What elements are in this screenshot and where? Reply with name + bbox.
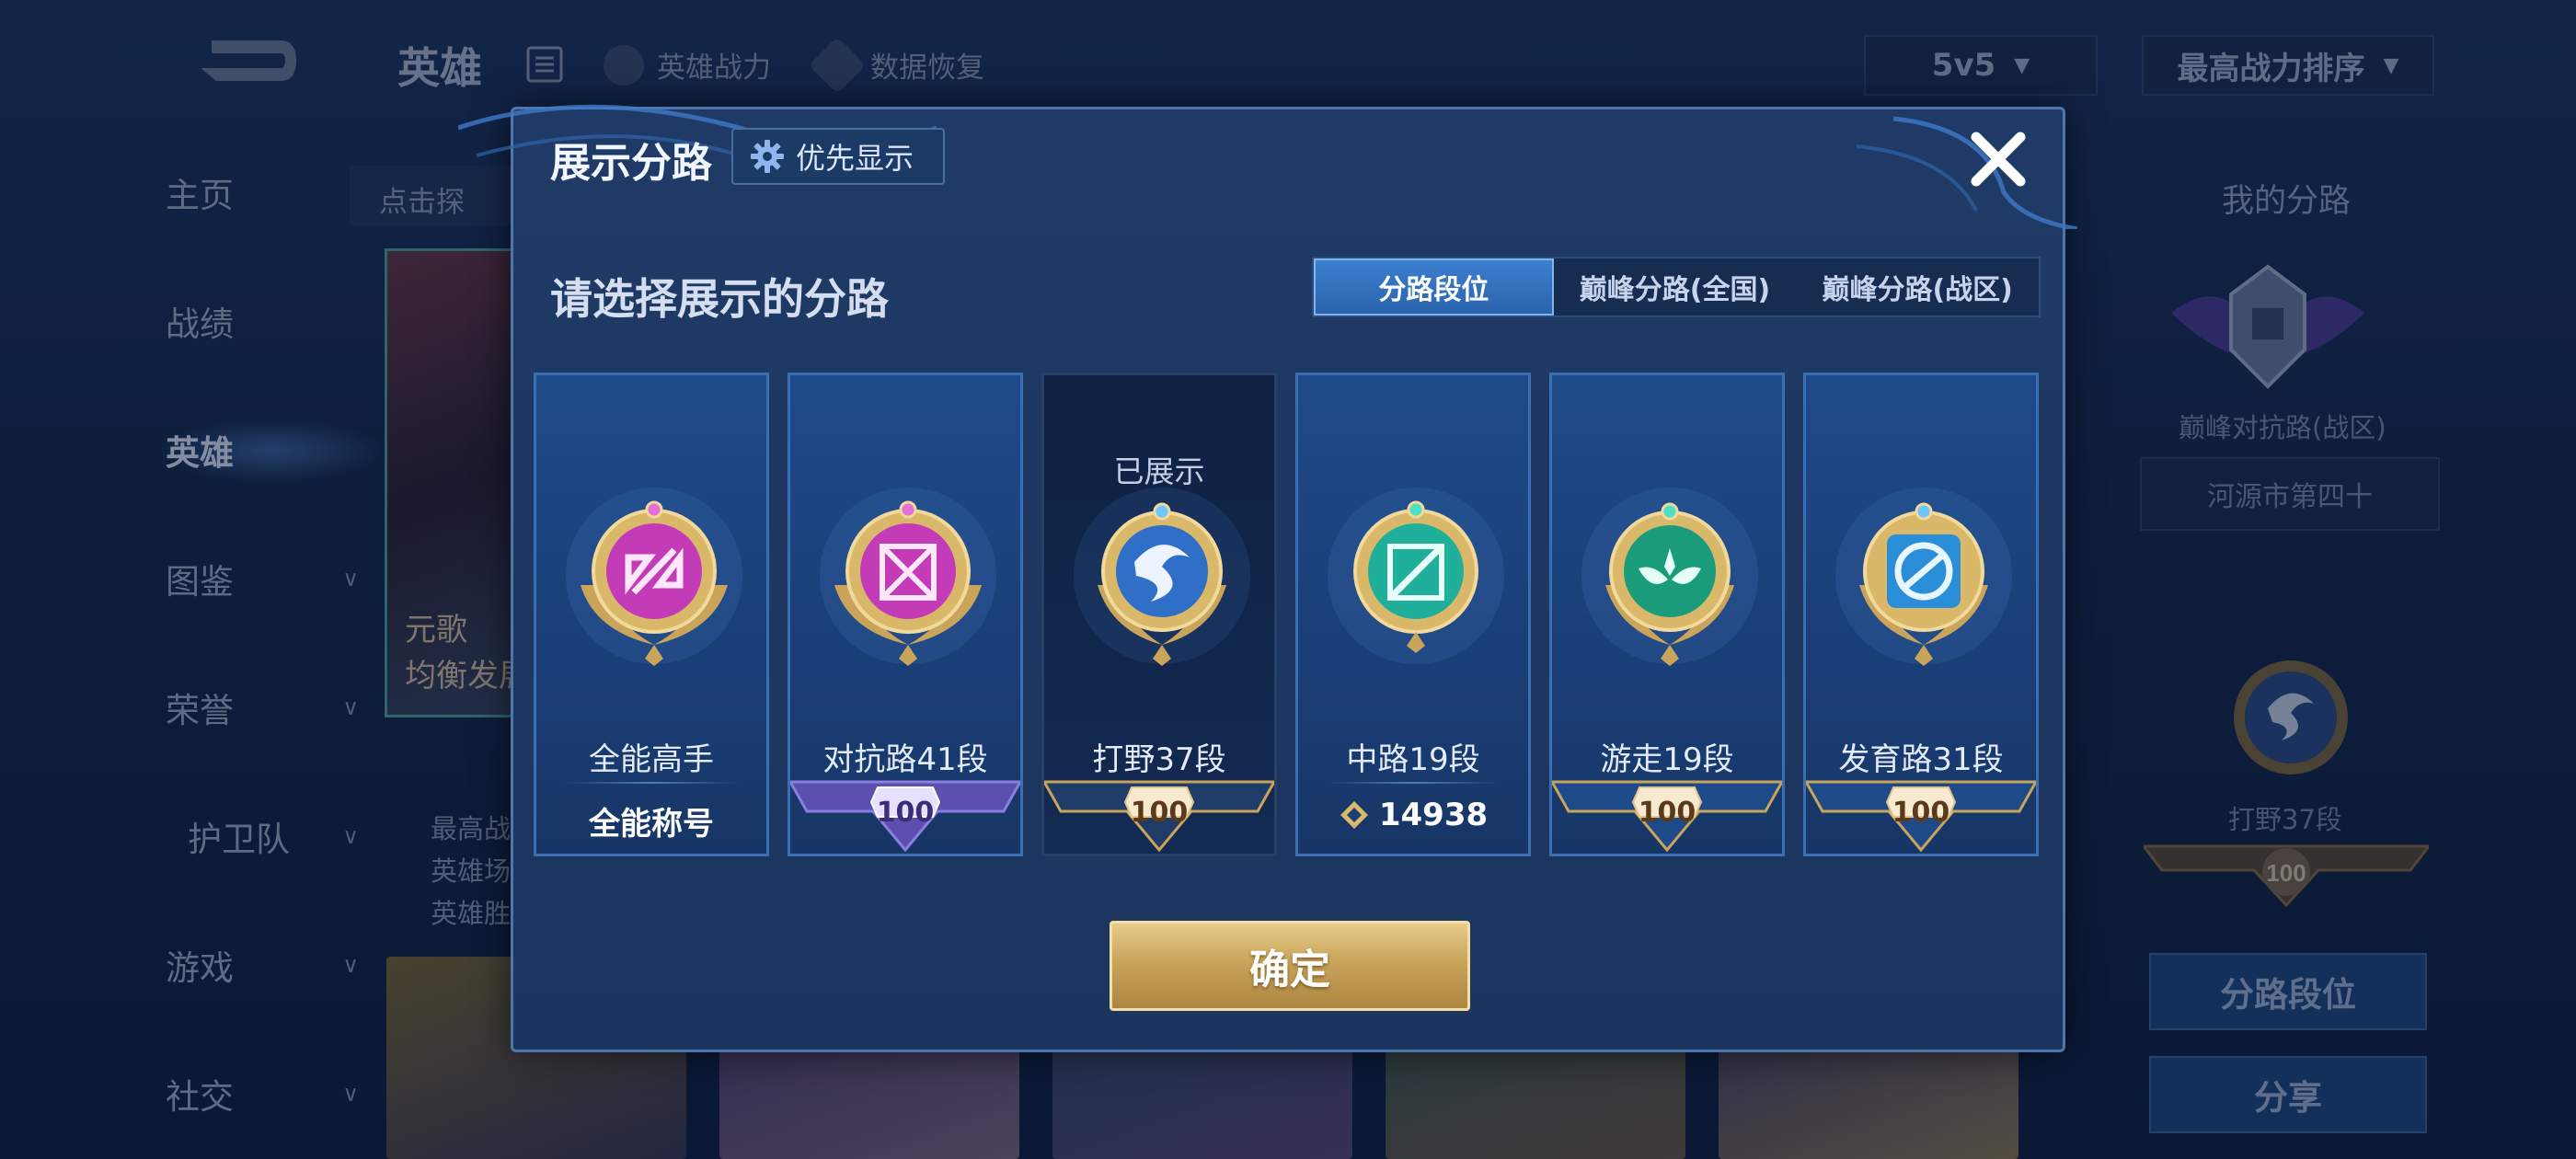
lane-card-farm-lane[interactable]: 发育路31段 100 [1803, 373, 2039, 856]
all-round-medal-icon [566, 488, 742, 666]
lane-card-roam[interactable]: 游走19段 100 [1549, 373, 1785, 856]
card-divider [1326, 782, 1501, 784]
rank-stars: 100 [1552, 797, 1782, 829]
rank-stars-value: 100 [876, 797, 935, 829]
rank-stars-value: 100 [1130, 797, 1189, 829]
rank-stars: 100 [790, 797, 1020, 829]
lane-card-list: 全能高手 全能称号 对抗路41段 100 已展示 打野37段 100 中路19段… [534, 373, 2042, 858]
gear-icon [751, 140, 784, 173]
lane-card-name: 全能高手 [589, 741, 714, 778]
peak-points: 14938 [1298, 797, 1528, 833]
roam-medal-icon [1581, 488, 1758, 666]
priority-display-label: 优先显示 [796, 141, 914, 176]
confirm-button[interactable]: 确定 [1110, 921, 1470, 1011]
dialog-title: 展示分路 [550, 140, 712, 187]
close-icon[interactable] [1965, 126, 2031, 192]
lane-card-top-lane[interactable]: 对抗路41段 100 [788, 373, 1023, 856]
tab-lane-rank[interactable]: 分路段位 [1314, 258, 1554, 316]
lane-card-name: 发育路31段 [1838, 741, 2004, 778]
card-divider [564, 782, 739, 784]
lane-type-tabs: 分路段位 巅峰分路(全国) 巅峰分路(战区) [1312, 257, 2041, 317]
tab-peak-lane-region[interactable]: 巅峰分路(战区) [1796, 258, 2039, 316]
lane-card-mid-lane[interactable]: 中路19段 14938 [1295, 373, 1531, 856]
rank-stars: 100 [1044, 797, 1274, 829]
rank-stars: 100 [1806, 797, 2036, 829]
priority-display-button[interactable]: 优先显示 [731, 128, 945, 185]
lane-card-name: 打野37段 [1092, 741, 1226, 778]
lane-card-jungle[interactable]: 已展示 打野37段 100 [1041, 373, 1277, 856]
lane-card-name: 游走19段 [1600, 741, 1734, 778]
lane-display-dialog: 展示分路 优先显示 请选择展示的分路 分路段位 巅峰分路(全国) 巅峰分路(战区… [458, 104, 2077, 1052]
rank-stars-value: 100 [1892, 797, 1950, 829]
tab-peak-lane-national[interactable]: 巅峰分路(全国) [1554, 258, 1797, 316]
jungle-medal-icon [1074, 488, 1250, 666]
peak-points-icon [1340, 801, 1368, 829]
select-lane-prompt: 请选择展示的分路 [550, 274, 889, 324]
lane-card-all-round[interactable]: 全能高手 全能称号 [534, 373, 769, 856]
farm-lane-medal-icon [1835, 488, 2012, 666]
lane-card-name: 中路19段 [1346, 741, 1480, 778]
lane-card-name: 对抗路41段 [822, 741, 988, 778]
mid-lane-medal-icon [1328, 488, 1504, 664]
rank-stars-value: 100 [1638, 797, 1696, 829]
top-lane-medal-icon [820, 488, 996, 666]
peak-points-value: 14938 [1378, 797, 1489, 833]
lane-card-title-text: 全能称号 [589, 806, 714, 843]
